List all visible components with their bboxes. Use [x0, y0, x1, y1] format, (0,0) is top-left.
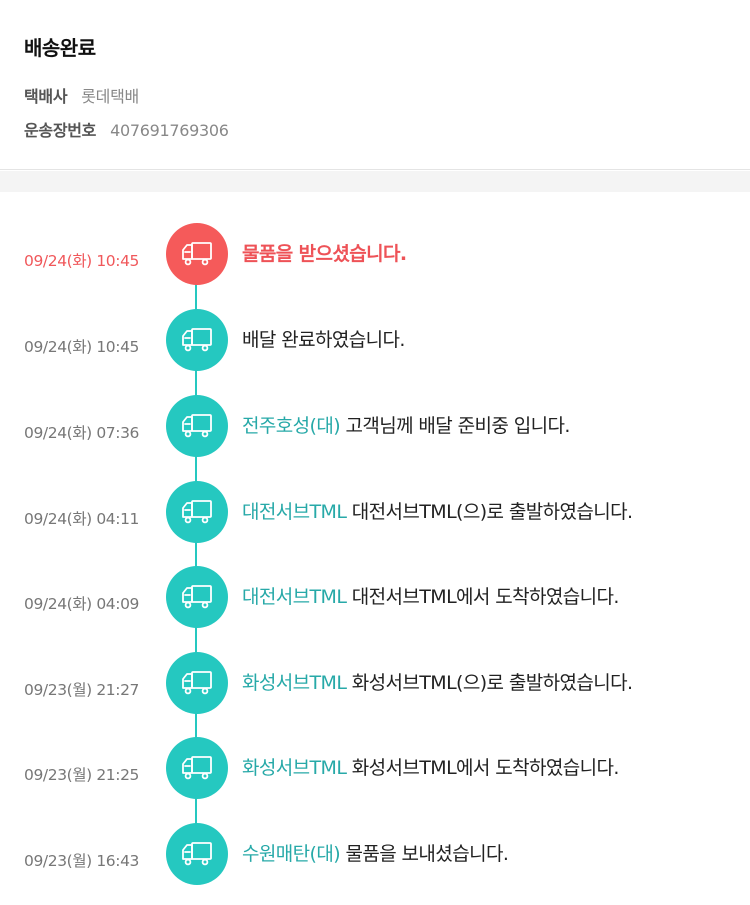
delivery-status-title: 배송완료 — [24, 36, 96, 60]
event-text: 화성서브TML(으)로 출발하였습니다. — [346, 672, 633, 694]
tracking-timeline: 09/24(화) 10:45 물품을 받으셨습니다. 09/24(화) 10:4… — [0, 192, 750, 905]
event-time: 09/23(월) 16:43 — [24, 852, 140, 870]
event-message: 대전서브TML 대전서브TML에서 도착하였습니다. — [242, 582, 619, 609]
delivery-truck-icon — [166, 395, 228, 457]
event-message: 수원매탄(대) 물품을 보내셨습니다. — [242, 839, 509, 866]
tracking-number: 407691769306 — [110, 121, 229, 140]
event-location: 수원매탄(대) — [242, 843, 341, 865]
event-text: 배달 완료하였습니다. — [242, 329, 405, 351]
event-text: 대전서브TML(으)로 출발하였습니다. — [346, 501, 633, 523]
event-text: 고객님께 배달 준비중 입니다. — [340, 415, 570, 437]
event-time: 09/24(화) 04:09 — [24, 595, 140, 613]
event-text: 대전서브TML에서 도착하였습니다. — [346, 586, 620, 608]
carrier-row: 택배사 롯데택배 — [24, 83, 139, 107]
event-time: 09/23(월) 21:25 — [24, 766, 140, 784]
event-text: 화성서브TML에서 도착하였습니다. — [346, 757, 620, 779]
event-time: 09/24(화) 10:45 — [24, 338, 140, 356]
event-time: 09/24(화) 10:45 — [24, 252, 140, 270]
timeline-event: 09/23(월) 16:43 수원매탄(대) 물품을 보내셨습니다. — [0, 823, 750, 885]
section-divider — [0, 171, 750, 192]
timeline-event: 09/24(화) 04:11 대전서브TML 대전서브TML(으)로 출발하였습… — [0, 481, 750, 543]
timeline-event: 09/24(화) 07:36 전주호성(대) 고객님께 배달 준비중 입니다. — [0, 395, 750, 457]
event-message: 대전서브TML 대전서브TML(으)로 출발하였습니다. — [242, 497, 633, 524]
event-message: 물품을 받으셨습니다. — [242, 239, 407, 266]
timeline-event: 09/23(월) 21:25 화성서브TML 화성서브TML에서 도착하였습니다… — [0, 737, 750, 799]
delivery-truck-icon — [166, 823, 228, 885]
delivery-truck-icon — [166, 481, 228, 543]
event-message: 화성서브TML 화성서브TML에서 도착하였습니다. — [242, 753, 619, 780]
delivery-truck-icon — [166, 223, 228, 285]
event-time: 09/24(화) 07:36 — [24, 424, 140, 442]
event-text: 물품을 보내셨습니다. — [340, 843, 509, 865]
delivery-truck-icon — [166, 309, 228, 371]
event-message: 전주호성(대) 고객님께 배달 준비중 입니다. — [242, 411, 570, 438]
tracking-row: 운송장번호 407691769306 — [24, 117, 229, 141]
event-time: 09/24(화) 04:11 — [24, 510, 140, 528]
carrier-label: 택배사 — [24, 87, 68, 106]
event-location: 전주호성(대) — [242, 415, 341, 437]
delivery-truck-icon — [166, 737, 228, 799]
event-location: 대전서브TML — [242, 586, 347, 608]
timeline-event: 09/24(화) 10:45 물품을 받으셨습니다. — [0, 223, 750, 285]
event-time: 09/23(월) 21:27 — [24, 681, 140, 699]
delivery-truck-icon — [166, 566, 228, 628]
timeline-event: 09/23(월) 21:27 화성서브TML 화성서브TML(으)로 출발하였습… — [0, 652, 750, 714]
event-text: 물품을 받으셨습니다. — [242, 243, 407, 265]
tracking-label: 운송장번호 — [24, 121, 97, 140]
event-location: 화성서브TML — [242, 757, 347, 779]
timeline-event: 09/24(화) 04:09 대전서브TML 대전서브TML에서 도착하였습니다… — [0, 566, 750, 628]
event-message: 배달 완료하였습니다. — [242, 325, 405, 352]
event-location: 대전서브TML — [242, 501, 347, 523]
event-message: 화성서브TML 화성서브TML(으)로 출발하였습니다. — [242, 668, 633, 695]
delivery-truck-icon — [166, 652, 228, 714]
delivery-header: 배송완료 택배사 롯데택배 운송장번호 407691769306 — [0, 0, 750, 170]
carrier-value: 롯데택배 — [81, 87, 139, 106]
timeline-event: 09/24(화) 10:45 배달 완료하였습니다. — [0, 309, 750, 371]
event-location: 화성서브TML — [242, 672, 347, 694]
